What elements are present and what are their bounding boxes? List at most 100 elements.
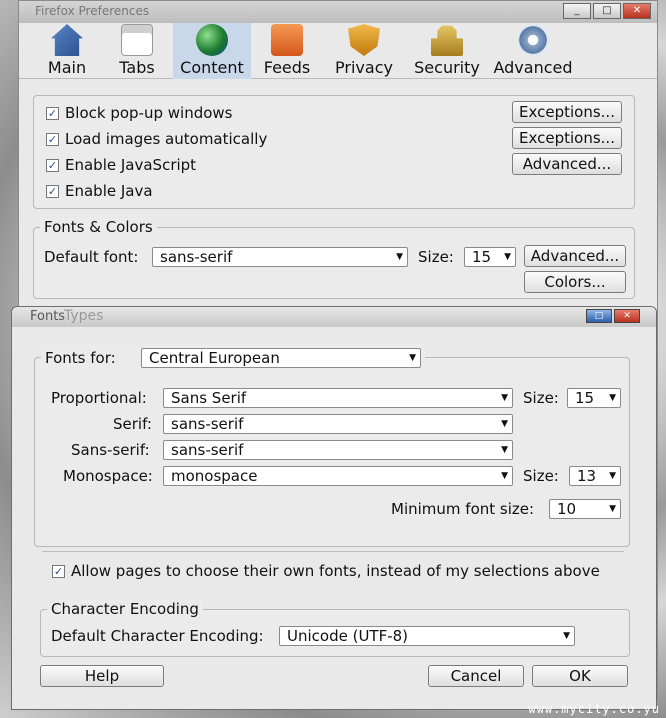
- serif-value: sans-serif: [171, 415, 244, 433]
- allow-pages-fonts-label: Allow pages to choose their own fonts, i…: [71, 562, 600, 580]
- default-size-value: 15: [472, 248, 492, 266]
- dialog-close-button[interactable]: ✕: [614, 309, 640, 323]
- checkbox-check-icon: ✓: [46, 106, 59, 120]
- dropdown-arrow-icon: ▼: [504, 252, 511, 262]
- gear-icon: [517, 24, 549, 56]
- default-size-label: Size:: [418, 248, 454, 266]
- close-button[interactable]: ✕: [623, 3, 651, 19]
- fonts-advanced-button[interactable]: Advanced...: [524, 245, 626, 267]
- help-button[interactable]: Help: [40, 665, 164, 687]
- default-font-select[interactable]: sans-serif ▼: [152, 247, 408, 267]
- enable-java-checkbox[interactable]: ✓ Enable Java: [46, 181, 153, 201]
- proportional-label: Proportional:: [51, 389, 147, 407]
- tab-privacy[interactable]: Privacy: [323, 23, 405, 79]
- enable-javascript-checkbox[interactable]: ✓ Enable JavaScript: [46, 155, 196, 175]
- popup-exceptions-button[interactable]: Exceptions...: [512, 101, 622, 123]
- sans-serif-label: Sans-serif:: [71, 441, 150, 459]
- padlock-icon: [431, 25, 463, 56]
- tab-main-label: Main: [47, 58, 87, 77]
- serif-label: Serif:: [113, 415, 152, 433]
- checkbox-check-icon: ✓: [46, 132, 59, 146]
- serif-select[interactable]: sans-serif ▼: [163, 414, 513, 434]
- tab-tabs[interactable]: Tabs: [103, 23, 171, 79]
- enable-java-label: Enable Java: [65, 182, 153, 200]
- preferences-title: Firefox Preferences: [35, 4, 150, 18]
- checkbox-check-icon: ✓: [52, 564, 65, 578]
- maximize-button[interactable]: □: [593, 3, 621, 19]
- load-images-label: Load images automatically: [65, 130, 268, 148]
- tab-main[interactable]: Main: [33, 23, 101, 79]
- tab-feeds[interactable]: Feeds: [253, 23, 321, 79]
- load-images-checkbox[interactable]: ✓ Load images automatically: [46, 129, 267, 149]
- watermark: www.mycity.co.yu: [528, 702, 660, 716]
- tabs-icon: [121, 24, 153, 56]
- fonts-dialog: Fonts Types □ ✕ Fonts for: Central Europ…: [11, 306, 657, 710]
- shield-icon: [348, 24, 380, 56]
- minimum-font-size-select[interactable]: 10 ▼: [549, 499, 621, 519]
- fonts-colors-legend: Fonts & Colors: [40, 218, 157, 236]
- colors-button[interactable]: Colors...: [524, 271, 626, 293]
- dropdown-arrow-icon: ▼: [396, 252, 403, 262]
- proportional-select[interactable]: Sans Serif ▼: [163, 388, 513, 408]
- fonts-for-value: Central European: [149, 349, 280, 367]
- fonts-dialog-title-overlap: Types: [64, 308, 104, 324]
- dropdown-arrow-icon: ▼: [563, 631, 570, 641]
- dialog-maximize-button[interactable]: □: [586, 309, 612, 323]
- character-encoding-group: Character Encoding Default Character Enc…: [40, 600, 630, 657]
- sans-serif-value: sans-serif: [171, 441, 244, 459]
- default-encoding-label: Default Character Encoding:: [51, 627, 264, 645]
- tab-content-label: Content: [180, 58, 244, 77]
- tab-advanced-label: Advanced: [493, 58, 573, 77]
- images-exceptions-button[interactable]: Exceptions...: [512, 127, 622, 149]
- fonts-for-select[interactable]: Central European ▼: [141, 348, 421, 368]
- tab-tabs-label: Tabs: [119, 58, 155, 77]
- tab-security[interactable]: Security: [407, 23, 487, 79]
- monospace-label: Monospace:: [63, 467, 153, 485]
- fonts-dialog-title: Fonts: [30, 309, 66, 324]
- tab-content[interactable]: Content: [173, 23, 251, 79]
- dropdown-arrow-icon: ▼: [501, 445, 508, 455]
- content-options-group: ✓ Block pop-up windows ✓ Load images aut…: [33, 95, 635, 209]
- checkbox-check-icon: ✓: [46, 158, 59, 172]
- separator: [42, 551, 624, 552]
- tab-advanced[interactable]: Advanced: [489, 23, 577, 79]
- enable-javascript-label: Enable JavaScript: [65, 156, 197, 174]
- monospace-size-value: 13: [577, 467, 597, 485]
- fonts-dialog-titlebar[interactable]: Fonts Types □ ✕: [12, 307, 656, 327]
- default-font-label: Default font:: [44, 248, 139, 266]
- fonts-for-legend-area: Fonts for: Central European ▼: [41, 344, 425, 372]
- globe-icon: [196, 24, 228, 56]
- dropdown-arrow-icon: ▼: [409, 353, 416, 363]
- block-popups-checkbox[interactable]: ✓ Block pop-up windows: [46, 103, 233, 123]
- minimize-button[interactable]: _: [563, 3, 591, 19]
- proportional-size-value: 15: [575, 389, 595, 407]
- dropdown-arrow-icon: ▼: [501, 419, 508, 429]
- fonts-for-label: Fonts for:: [45, 349, 116, 367]
- dropdown-arrow-icon: ▼: [609, 504, 616, 514]
- block-popups-label: Block pop-up windows: [65, 104, 233, 122]
- house-icon: [51, 24, 83, 56]
- tab-privacy-label: Privacy: [335, 58, 393, 77]
- preferences-toolbar: Main Tabs Content Feeds Privacy Security…: [19, 23, 657, 79]
- monospace-select[interactable]: monospace ▼: [163, 466, 513, 486]
- default-encoding-select[interactable]: Unicode (UTF-8) ▼: [279, 626, 575, 646]
- default-size-select[interactable]: 15 ▼: [464, 247, 516, 267]
- ok-button[interactable]: OK: [532, 665, 628, 687]
- default-encoding-value: Unicode (UTF-8): [287, 627, 409, 645]
- sans-serif-select[interactable]: sans-serif ▼: [163, 440, 513, 460]
- checkbox-check-icon: ✓: [46, 184, 59, 198]
- monospace-size-select[interactable]: 13 ▼: [569, 466, 621, 486]
- javascript-advanced-button[interactable]: Advanced...: [512, 153, 622, 175]
- character-encoding-legend: Character Encoding: [47, 600, 203, 618]
- dropdown-arrow-icon: ▼: [501, 471, 508, 481]
- rss-icon: [271, 24, 303, 56]
- monospace-size-label: Size:: [523, 467, 559, 485]
- default-font-value: sans-serif: [160, 248, 233, 266]
- proportional-size-select[interactable]: 15 ▼: [567, 388, 621, 408]
- fonts-colors-group: Fonts & Colors Default font: sans-serif …: [33, 218, 635, 299]
- cancel-button[interactable]: Cancel: [428, 665, 524, 687]
- proportional-value: Sans Serif: [171, 389, 247, 407]
- fonts-for-group: Fonts for: Central European ▼ Proportion…: [34, 344, 630, 547]
- allow-pages-fonts-checkbox[interactable]: ✓ Allow pages to choose their own fonts,…: [52, 561, 600, 581]
- preferences-titlebar[interactable]: Firefox Preferences _ □ ✕: [19, 1, 657, 23]
